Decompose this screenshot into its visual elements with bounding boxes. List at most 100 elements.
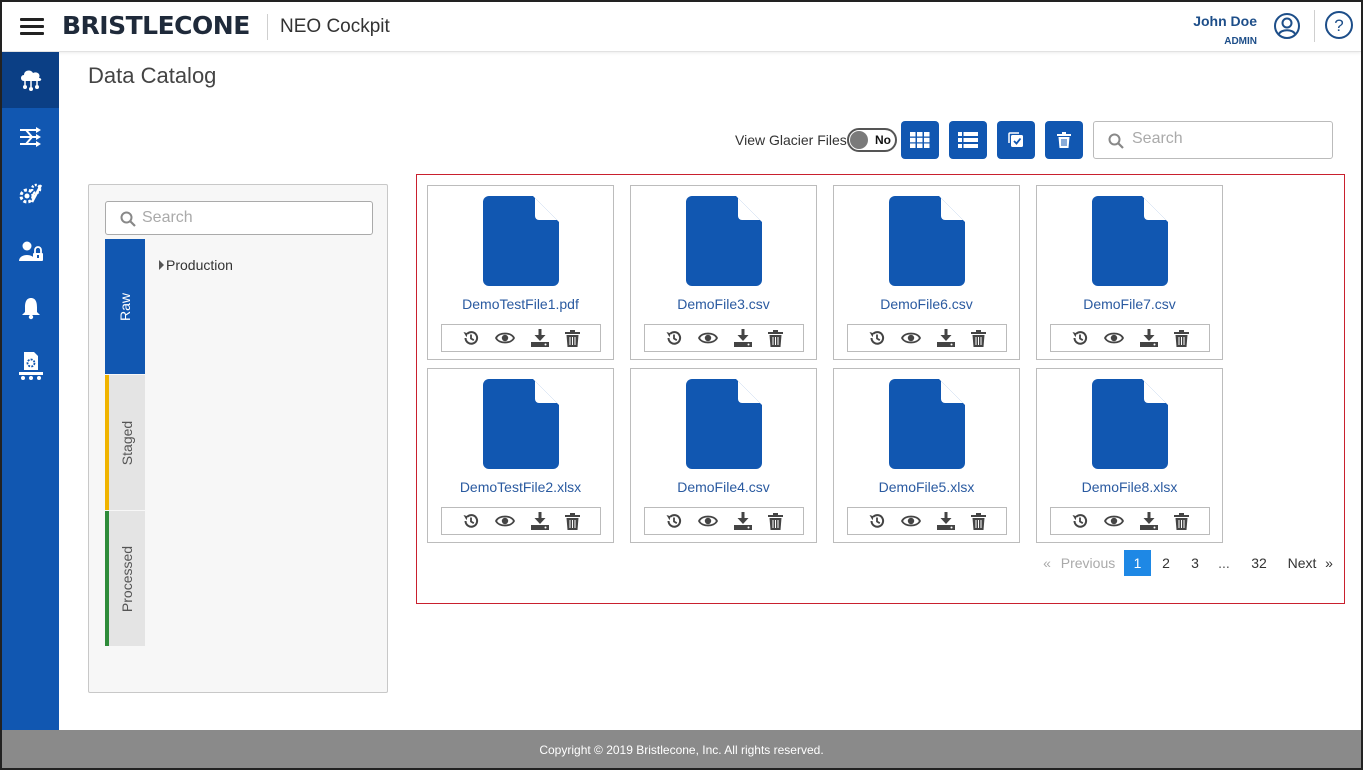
file-preview-button[interactable] xyxy=(1103,331,1124,345)
glacier-files-toggle[interactable]: No xyxy=(847,128,897,152)
delete-selected-button[interactable] xyxy=(1045,121,1083,159)
grid-icon xyxy=(910,132,930,148)
sidebar-item-user-security[interactable] xyxy=(2,223,59,279)
file-name-link[interactable]: DemoFile7.csv xyxy=(1037,296,1222,312)
pagination-next[interactable]: Next xyxy=(1284,550,1320,576)
file-name-link[interactable]: DemoTestFile1.pdf xyxy=(428,296,613,312)
download-icon xyxy=(1140,512,1159,530)
user-role: ADMIN xyxy=(1224,36,1257,47)
file-delete-button[interactable] xyxy=(565,512,581,530)
file-preview-button[interactable] xyxy=(697,331,718,345)
file-download-button[interactable] xyxy=(530,329,550,347)
file-card-demofile7-csv[interactable]: DemoFile7.csv xyxy=(1036,185,1223,360)
sidebar-item-notifications[interactable] xyxy=(2,280,59,336)
pagination-page-1[interactable]: 1 xyxy=(1124,550,1151,576)
trash-icon xyxy=(1174,512,1190,530)
page-title: Data Catalog xyxy=(88,63,217,88)
file-name-link[interactable]: DemoFile6.csv xyxy=(834,296,1019,312)
file-download-button[interactable] xyxy=(733,329,753,347)
grid-view-button[interactable] xyxy=(901,121,939,159)
pagination-page-32[interactable]: 32 xyxy=(1244,550,1274,576)
pagination-page-2[interactable]: 2 xyxy=(1154,550,1178,576)
file-download-button[interactable] xyxy=(530,512,550,530)
file-name-link[interactable]: DemoFile3.csv xyxy=(631,296,816,312)
file-download-button[interactable] xyxy=(936,329,956,347)
tab-label: Processed xyxy=(119,545,135,612)
file-actions xyxy=(644,324,804,352)
file-history-button[interactable] xyxy=(868,329,886,347)
file-preview-button[interactable] xyxy=(900,331,921,345)
tree-search-input[interactable] xyxy=(142,209,362,227)
file-card-demofile4-csv[interactable]: DemoFile4.csv xyxy=(630,368,817,543)
document-file-icon xyxy=(686,379,762,469)
pagination-ellipsis: ... xyxy=(1218,555,1230,571)
file-actions xyxy=(441,324,601,352)
flow-arrows-icon xyxy=(19,127,41,147)
file-download-button[interactable] xyxy=(1139,329,1159,347)
pagination-last[interactable]: » xyxy=(1322,550,1336,576)
file-history-button[interactable] xyxy=(462,512,480,530)
file-delete-button[interactable] xyxy=(971,512,987,530)
hamburger-menu-icon[interactable] xyxy=(20,16,46,36)
tree-node-label: Production xyxy=(166,257,233,273)
pagination-page-3[interactable]: 3 xyxy=(1183,550,1207,576)
sidebar-item-processing[interactable] xyxy=(2,337,59,393)
file-actions xyxy=(847,324,1007,352)
file-preview-button[interactable] xyxy=(1103,514,1124,528)
file-download-button[interactable] xyxy=(936,512,956,530)
file-history-button[interactable] xyxy=(462,329,480,347)
file-card-demotestfile1-pdf[interactable]: DemoTestFile1.pdf xyxy=(427,185,614,360)
file-card-demofile6-csv[interactable]: DemoFile6.csv xyxy=(833,185,1020,360)
pagination-first: « xyxy=(1043,555,1051,571)
file-preview-button[interactable] xyxy=(494,514,515,528)
file-history-button[interactable] xyxy=(1071,329,1089,347)
file-name-link[interactable]: DemoFile8.xlsx xyxy=(1037,479,1222,495)
file-card-demofile5-xlsx[interactable]: DemoFile5.xlsx xyxy=(833,368,1020,543)
trash-icon xyxy=(971,329,987,347)
file-delete-button[interactable] xyxy=(768,512,784,530)
file-delete-button[interactable] xyxy=(1174,512,1190,530)
file-delete-button[interactable] xyxy=(768,329,784,347)
trash-icon xyxy=(565,512,581,530)
user-avatar-icon[interactable] xyxy=(1273,12,1301,40)
history-icon xyxy=(869,514,884,528)
eye-icon xyxy=(494,515,515,527)
user-name[interactable]: John Doe xyxy=(1193,13,1257,29)
sidebar-item-pipelines[interactable] xyxy=(2,109,59,165)
file-card-demofile3-csv[interactable]: DemoFile3.csv xyxy=(630,185,817,360)
file-download-button[interactable] xyxy=(733,512,753,530)
file-download-button[interactable] xyxy=(1139,512,1159,530)
tree-node-production[interactable]: Production xyxy=(159,257,233,273)
sidebar-item-data-catalog[interactable] xyxy=(2,52,59,108)
file-history-button[interactable] xyxy=(1071,512,1089,530)
file-preview-button[interactable] xyxy=(900,514,921,528)
trash-icon xyxy=(1174,329,1190,347)
bell-icon xyxy=(21,298,40,320)
file-preview-button[interactable] xyxy=(494,331,515,345)
list-view-button[interactable] xyxy=(949,121,987,159)
file-history-button[interactable] xyxy=(665,512,683,530)
file-search-input[interactable] xyxy=(1132,130,1322,148)
file-delete-button[interactable] xyxy=(971,329,987,347)
sidebar-item-settings[interactable] xyxy=(2,166,59,222)
file-delete-button[interactable] xyxy=(565,329,581,347)
file-name-link[interactable]: DemoFile5.xlsx xyxy=(834,479,1019,495)
file-name-link[interactable]: DemoTestFile2.xlsx xyxy=(428,479,613,495)
help-icon[interactable]: ? xyxy=(1324,10,1354,40)
file-history-button[interactable] xyxy=(665,329,683,347)
file-preview-button[interactable] xyxy=(697,514,718,528)
file-history-button[interactable] xyxy=(868,512,886,530)
eye-icon xyxy=(900,515,921,527)
tab-label: Staged xyxy=(119,420,135,465)
file-delete-button[interactable] xyxy=(1174,329,1190,347)
tab-raw[interactable]: Raw xyxy=(105,239,145,374)
tab-label: Raw xyxy=(117,292,133,321)
footer-copyright: Copyright © 2019 Bristlecone, Inc. All r… xyxy=(2,730,1361,768)
tab-processed[interactable]: Processed xyxy=(105,511,145,646)
file-card-demotestfile2-xlsx[interactable]: DemoTestFile2.xlsx xyxy=(427,368,614,543)
folder-tree-panel: Raw Staged Processed Production xyxy=(88,184,388,693)
file-card-demofile8-xlsx[interactable]: DemoFile8.xlsx xyxy=(1036,368,1223,543)
tab-staged[interactable]: Staged xyxy=(105,375,145,510)
file-name-link[interactable]: DemoFile4.csv xyxy=(631,479,816,495)
select-all-button[interactable] xyxy=(997,121,1035,159)
